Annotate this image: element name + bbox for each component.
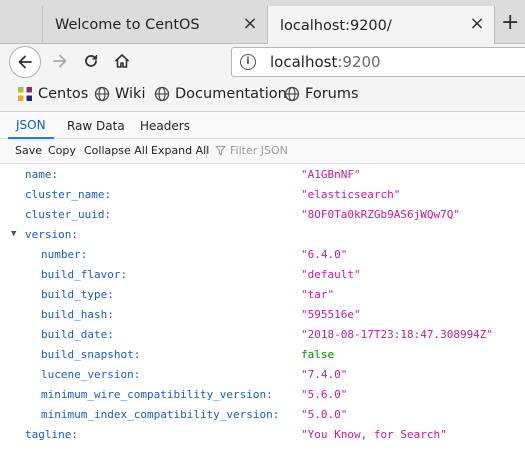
json-key: lucene_version: xyxy=(41,367,141,381)
json-value: "7.4.0" xyxy=(301,367,348,381)
bookmark-forums[interactable]: Forums xyxy=(284,86,359,102)
filter-icon xyxy=(215,146,226,155)
json-key: version: xyxy=(25,227,78,241)
bookmark-label: Documentation xyxy=(175,86,287,102)
site-info-icon[interactable]: i xyxy=(240,54,256,70)
tab-headers[interactable]: Headers xyxy=(140,113,190,139)
centos-icon xyxy=(17,86,33,102)
json-value: "elasticsearch" xyxy=(301,187,401,201)
json-row-number[interactable]: number: "6.4.0" xyxy=(0,244,525,264)
tab-title: Welcome to CentOS xyxy=(55,17,200,33)
json-key: build_snapshot: xyxy=(41,347,141,361)
bookmark-label: Wiki xyxy=(115,86,146,102)
json-row-cluster-uuid[interactable]: cluster_uuid: "8OF0Ta0kRZGb9AS6jWQw7Q" xyxy=(0,204,525,224)
home-button[interactable] xyxy=(110,49,134,73)
reload-icon xyxy=(85,55,98,67)
expand-all-button[interactable]: Expand All xyxy=(151,144,209,157)
json-key: name: xyxy=(25,167,59,181)
url-bar[interactable]: i localhost:9200 xyxy=(231,47,525,77)
json-value: "595516e" xyxy=(301,307,361,321)
json-row-minimum-index-compatibility-version[interactable]: minimum_index_compatibility_version: "5.… xyxy=(0,404,525,424)
json-value: "8OF0Ta0kRZGb9AS6jWQw7Q" xyxy=(301,207,460,221)
json-row-minimum-wire-compatibility-version[interactable]: minimum_wire_compatibility_version: "5.6… xyxy=(0,384,525,404)
json-value: "default" xyxy=(301,267,361,281)
json-value: "6.4.0" xyxy=(301,247,348,261)
tab-close-icon[interactable]: × xyxy=(468,15,486,33)
json-row-version[interactable]: ▼ version: xyxy=(0,224,525,244)
toolbar-divider xyxy=(206,145,207,158)
json-value: "5.6.0" xyxy=(301,387,348,401)
reload-button[interactable] xyxy=(79,49,103,73)
back-button[interactable] xyxy=(9,46,41,78)
bookmark-centos[interactable]: Centos xyxy=(17,86,88,102)
tab-close-icon[interactable]: × xyxy=(241,15,259,33)
json-key: cluster_name: xyxy=(25,187,112,201)
save-button[interactable]: Save xyxy=(15,144,42,157)
json-row-build-snapshot[interactable]: build_snapshot: false xyxy=(0,344,525,364)
bookmark-wiki[interactable]: Wiki xyxy=(94,86,145,102)
json-row-build-flavor[interactable]: build_flavor: "default" xyxy=(0,264,525,284)
tab-title: localhost:9200/ xyxy=(280,17,392,34)
json-row-cluster-name[interactable]: cluster_name: "elasticsearch" xyxy=(0,184,525,204)
json-value: false xyxy=(301,347,335,361)
json-key: minimum_wire_compatibility_version: xyxy=(41,387,273,401)
bookmark-label: Forums xyxy=(305,86,359,102)
arrow-left-icon xyxy=(18,55,32,69)
arrow-right-icon xyxy=(53,54,67,68)
json-key: cluster_uuid: xyxy=(25,207,112,221)
tab-json[interactable]: JSON xyxy=(8,113,54,139)
json-key: number: xyxy=(41,247,88,261)
json-value: "A1GBnNF" xyxy=(301,167,361,181)
json-key: build_type: xyxy=(41,287,114,301)
json-row-name[interactable]: name: "A1GBnNF" xyxy=(0,164,525,184)
json-key: build_flavor: xyxy=(41,267,128,281)
new-tab-icon[interactable]: + xyxy=(501,12,519,34)
json-row-tagline[interactable]: tagline: "You Know, for Search" xyxy=(0,424,525,444)
tab-localhost[interactable]: localhost:9200/ × xyxy=(267,6,495,45)
json-row-lucene-version[interactable]: lucene_version: "7.4.0" xyxy=(0,364,525,384)
json-key: tagline: xyxy=(25,427,78,441)
json-row-build-hash[interactable]: build_hash: "595516e" xyxy=(0,304,525,324)
filter-placeholder: Filter JSON xyxy=(230,144,288,157)
tab-strip-spacer xyxy=(0,6,42,44)
bookmarks-bar: Centos Wiki Documentation Forums xyxy=(0,80,525,112)
forward-button[interactable] xyxy=(48,49,72,73)
collapse-all-button[interactable]: Collapse All xyxy=(84,144,148,157)
bookmark-documentation[interactable]: Documentation xyxy=(154,86,287,102)
json-value: "You Know, for Search" xyxy=(301,427,447,441)
url-host: localhost xyxy=(270,53,338,71)
json-key: build_hash: xyxy=(41,307,114,321)
json-value: "2018-08-17T23:18:47.308994Z" xyxy=(301,327,494,341)
expand-triangle-icon[interactable]: ▼ xyxy=(11,229,16,239)
globe-icon xyxy=(284,86,300,102)
json-tree: name: "A1GBnNF" cluster_name: "elasticse… xyxy=(0,164,525,457)
tab-raw-data[interactable]: Raw Data xyxy=(67,113,125,139)
json-key: minimum_index_compatibility_version: xyxy=(41,407,280,421)
url-port: :9200 xyxy=(337,53,381,71)
filter-json-input[interactable]: Filter JSON xyxy=(215,144,288,157)
tab-strip: Welcome to CentOS × localhost:9200/ × + xyxy=(0,0,525,45)
navigation-bar: i localhost:9200 xyxy=(0,44,525,80)
json-key: build_date: xyxy=(41,327,114,341)
json-viewer-tabs: JSON Raw Data Headers xyxy=(0,113,525,139)
globe-icon xyxy=(154,86,170,102)
json-value: "5.0.0" xyxy=(301,407,348,421)
url-text[interactable]: localhost:9200 xyxy=(270,53,381,71)
json-row-build-date[interactable]: build_date: "2018-08-17T23:18:47.308994Z… xyxy=(0,324,525,344)
bookmark-label: Centos xyxy=(38,86,89,102)
json-row-build-type[interactable]: build_type: "tar" xyxy=(0,284,525,304)
tab-welcome-centos[interactable]: Welcome to CentOS × xyxy=(42,6,267,44)
globe-icon xyxy=(94,86,110,102)
json-action-bar: Save Copy Collapse All Expand All Filter… xyxy=(0,140,525,164)
json-value: "tar" xyxy=(301,287,335,301)
home-icon xyxy=(114,54,130,68)
copy-button[interactable]: Copy xyxy=(48,144,76,157)
